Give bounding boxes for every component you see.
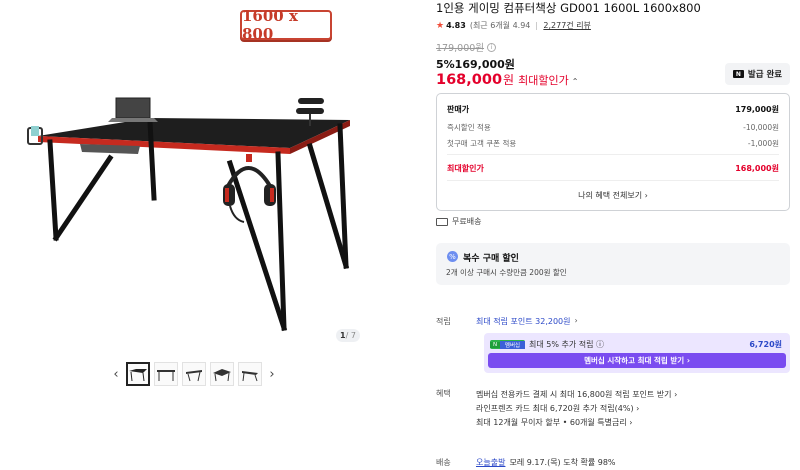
final-price-unit: 원 xyxy=(503,73,515,87)
chevron-right-icon: › xyxy=(574,316,578,325)
thumbnail[interactable] xyxy=(154,362,178,386)
delivery-estimate: 모레 9.17.(목) 도착 확률 98% xyxy=(509,458,616,467)
thumbnail-strip: ‹ › xyxy=(110,362,278,386)
price-row-label: 즉시할인 적용 xyxy=(447,123,491,132)
price-row-list: 판매가 179,000원 xyxy=(447,104,779,115)
image-counter: 1 / 7 xyxy=(336,329,360,342)
thumb-next-button[interactable]: › xyxy=(266,367,278,382)
membership-extra-points: 최대 5% 추가 적립 ⓘ xyxy=(529,340,605,349)
product-gallery: 1600 x 800 1 / 7 ‹ › xyxy=(0,0,410,470)
free-shipping-label: 무료배송 xyxy=(452,217,482,226)
bulk-discount-desc: 2개 이상 구매시 수량만큼 200원 할인 xyxy=(446,268,567,277)
bulk-discount-box: % 복수 구매 할인 2개 이상 구매시 수량만큼 200원 할인 xyxy=(436,243,790,285)
start-membership-button[interactable]: 멤버십 시작하고 최대 적립 받기 › xyxy=(488,353,786,368)
product-image[interactable] xyxy=(20,88,350,338)
price-row-first-coupon: 첫구매 고객 쿠폰 적용 -1,000원 xyxy=(447,138,779,149)
membership-badge: N 멤버십 xyxy=(490,340,525,349)
rating-recent: (최근 6개월 4.94 xyxy=(469,21,531,30)
bulk-discount-title: 복수 구매 할인 xyxy=(463,254,519,264)
price-row-max-discount: 최대할인가 168,000원 xyxy=(447,163,779,174)
percent-icon: % xyxy=(447,251,458,262)
delivery-info: 오늘출발 모레 9.17.(목) 도착 확률 98% xyxy=(476,457,616,468)
rating-value: 4.83 xyxy=(446,21,466,30)
max-points-link[interactable]: 최대 적립 포인트 32,200원 › xyxy=(476,316,578,327)
price-row-value: 168,000원 xyxy=(735,164,779,173)
final-price-row[interactable]: 168,000 원 최대할인가 ⌃ xyxy=(436,71,578,88)
chevron-up-icon[interactable]: ⌃ xyxy=(572,77,579,86)
star-icon: ★ xyxy=(436,20,445,31)
truck-icon xyxy=(436,217,448,226)
view-all-benefits-link[interactable]: 나의 혜택 전체보기 › xyxy=(437,190,789,201)
thumbnail[interactable] xyxy=(210,362,234,386)
coupon-icon: N xyxy=(732,70,744,78)
reviews-link[interactable]: 2,277건 리뷰 xyxy=(543,20,591,31)
benefit-item[interactable]: 라인프렌즈 카드 최대 6,720원 추가 적립(4%) › xyxy=(476,402,677,416)
naver-icon: N xyxy=(490,341,500,348)
price-row-label: 최대할인가 xyxy=(447,164,484,173)
coupon-issued-button[interactable]: N 발급 완료 xyxy=(725,63,790,85)
price-row-label: 판매가 xyxy=(447,105,470,114)
coupon-button-label: 발급 완료 xyxy=(747,70,783,80)
final-price: 168,000 xyxy=(436,72,503,88)
thumbnail[interactable] xyxy=(182,362,206,386)
membership-badge-label: 멤버십 xyxy=(500,340,525,349)
free-shipping: 무료배송 xyxy=(436,216,481,227)
price-row-label: 첫구매 고객 쿠폰 적용 xyxy=(447,139,517,148)
divider xyxy=(447,180,779,181)
max-points-text: 최대 적립 포인트 32,200원 xyxy=(476,317,571,326)
membership-box: N 멤버십 최대 5% 추가 적립 ⓘ 6,720원 멤버십 시작하고 최대 적… xyxy=(484,333,790,373)
today-dispatch-link[interactable]: 오늘출발 xyxy=(476,457,505,468)
price-row-instant-discount: 즉시할인 적용 -10,000원 xyxy=(447,122,779,133)
divider xyxy=(536,21,538,30)
original-price-value: 179,000원 xyxy=(436,43,485,54)
info-icon[interactable]: i xyxy=(487,42,497,52)
benefits-list: 멤버십 전용카드 결제 시 최대 16,800원 적립 포인트 받기 › 라인프… xyxy=(476,388,677,430)
delivery-label: 배송 xyxy=(436,458,451,467)
thumbnail[interactable] xyxy=(126,362,150,386)
product-title: 1인용 게이밍 컴퓨터책상 GD001 1600L 1600x800 xyxy=(436,1,701,15)
benefits-label: 혜택 xyxy=(436,389,451,398)
price-row-value: -10,000원 xyxy=(743,123,779,132)
price-breakdown: 판매가 179,000원 즉시할인 적용 -10,000원 첫구매 고객 쿠폰 … xyxy=(436,93,790,211)
thumbnail[interactable] xyxy=(238,362,262,386)
price-row-value: -1,000원 xyxy=(747,139,779,148)
size-badge: 1600 x 800 xyxy=(240,7,332,43)
price-row-value: 179,000원 xyxy=(735,105,779,114)
benefit-item[interactable]: 최대 12개월 무이자 할부 • 60개월 특별금리 › xyxy=(476,416,677,430)
divider xyxy=(447,154,779,155)
sale-price: 5%169,000원 xyxy=(436,58,515,71)
membership-extra-amount: 6,720원 xyxy=(749,340,782,349)
points-label: 적립 xyxy=(436,317,451,326)
thumb-prev-button[interactable]: ‹ xyxy=(110,367,122,382)
counter-total: / 7 xyxy=(345,331,356,340)
original-price: 179,000원 i xyxy=(436,40,497,54)
final-price-label: 최대할인가 xyxy=(518,74,569,87)
benefit-item[interactable]: 멤버십 전용카드 결제 시 최대 16,800원 적립 포인트 받기 › xyxy=(476,388,677,402)
rating-row: ★ 4.83 (최근 6개월 4.94 2,277건 리뷰 xyxy=(436,20,591,31)
